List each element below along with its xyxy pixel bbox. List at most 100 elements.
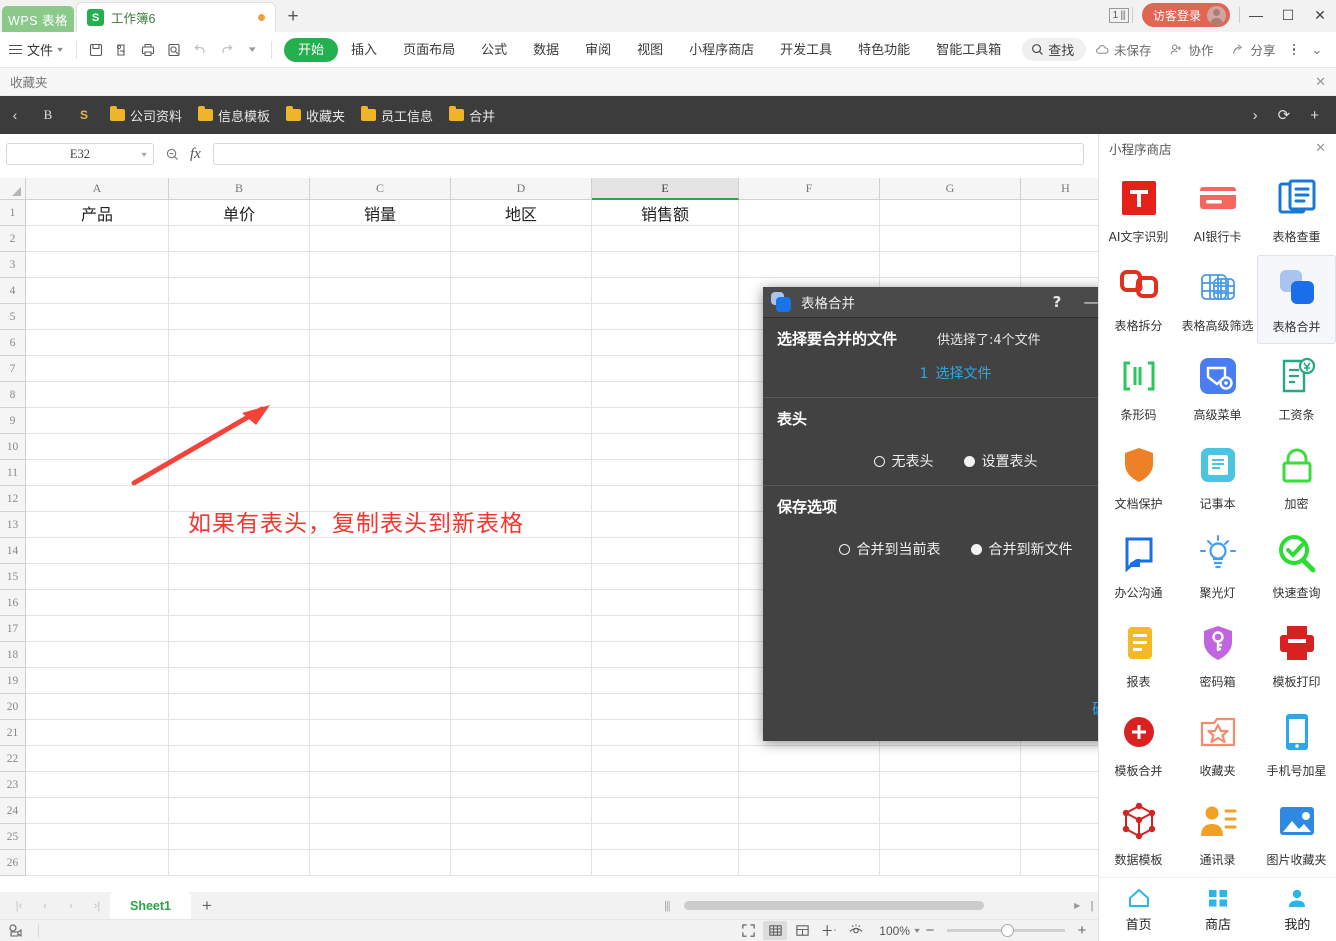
cell-C1[interactable]: 销量 [310,200,451,226]
app-data-template[interactable]: 数据模板 [1099,789,1178,878]
dialog-help-button[interactable]: ? [1040,288,1074,316]
eye-icon[interactable] [844,921,868,940]
radio-set-header[interactable]: 设置表头 [963,451,1038,471]
cell-C6[interactable] [310,330,451,356]
bookmark-folder-info-template[interactable]: 信息模板 [190,106,278,125]
tab-data[interactable]: 数据 [520,38,572,62]
row-header-8[interactable]: 8 [0,382,26,408]
cell-D10[interactable] [451,434,592,460]
cell-E2[interactable] [592,226,739,252]
cell-C8[interactable] [310,382,451,408]
cell-E6[interactable] [592,330,739,356]
scrollbar-thumb[interactable] [683,901,984,910]
row-header-1[interactable]: 1 [0,200,26,226]
chevron-down-icon[interactable]: ▾ [914,926,920,935]
cell-F26[interactable] [739,850,880,876]
zoom-slider[interactable]: − + [922,922,1090,939]
cell-H25[interactable] [1021,824,1098,850]
cell-H22[interactable] [1021,746,1098,772]
cell-D11[interactable] [451,460,592,486]
cell-D24[interactable] [451,798,592,824]
scroll-right-icon[interactable]: ▶ [1069,901,1085,910]
zoom-level-label[interactable]: 100% [871,924,912,938]
row-header-19[interactable]: 19 [0,668,26,694]
cell-A16[interactable] [26,590,169,616]
cell-E22[interactable] [592,746,739,772]
cell-B24[interactable] [169,798,310,824]
cell-C18[interactable] [310,642,451,668]
cell-D9[interactable] [451,408,592,434]
cell-C14[interactable] [310,538,451,564]
cell-C20[interactable] [310,694,451,720]
row-header-17[interactable]: 17 [0,616,26,642]
cell-A14[interactable] [26,538,169,564]
row-header-26[interactable]: 26 [0,850,26,876]
app-barcode[interactable]: 条形码 [1099,344,1178,433]
chevron-down-icon[interactable]: ▾ [141,150,147,159]
more-caret-icon[interactable]: ▾ [239,37,265,63]
cell-D4[interactable] [451,278,592,304]
cell-E13[interactable] [592,512,739,538]
tab-view[interactable]: 视图 [624,38,676,62]
undo-icon[interactable] [187,37,213,63]
app-template-print[interactable]: 模板打印 [1257,611,1336,700]
cell-F22[interactable] [739,746,880,772]
window-count-badge[interactable]: 1 ||| [1108,7,1129,23]
choose-files-link[interactable]: 1 选择文件 [763,363,1148,383]
cell-E12[interactable] [592,486,739,512]
cell-C23[interactable] [310,772,451,798]
column-header-c[interactable]: C [310,178,451,200]
row-header-16[interactable]: 16 [0,590,26,616]
cell-E14[interactable] [592,538,739,564]
tab-developer-tools[interactable]: 开发工具 [767,38,845,62]
nav-home[interactable]: 首页 [1099,878,1178,941]
bookmark-back-icon[interactable]: ‹ [0,107,30,123]
cell-F23[interactable] [739,772,880,798]
column-header-a[interactable]: A [26,178,169,200]
document-tab-workbook6[interactable]: S 工作簿6 [76,2,276,32]
cell-A25[interactable] [26,824,169,850]
share-button[interactable]: 分享 [1223,40,1283,59]
find-button[interactable]: 查找 [1022,38,1087,61]
zoom-formula-icon[interactable] [160,147,184,162]
cell-C5[interactable] [310,304,451,330]
cell-A23[interactable] [26,772,169,798]
cell-A19[interactable] [26,668,169,694]
row-header-3[interactable]: 3 [0,252,26,278]
normal-view-icon[interactable] [763,921,788,940]
row-header-15[interactable]: 15 [0,564,26,590]
tab-review[interactable]: 审阅 [572,38,624,62]
column-header-g[interactable]: G [880,178,1021,200]
tab-insert[interactable]: 插入 [338,38,390,62]
bookmark-folder-employee-info[interactable]: 员工信息 [353,106,441,125]
cell-E20[interactable] [592,694,739,720]
cell-E24[interactable] [592,798,739,824]
name-box[interactable]: E32 ▾ [6,143,154,165]
app-office-chat[interactable]: 办公沟通 [1099,522,1178,611]
cell-D26[interactable] [451,850,592,876]
cell-A18[interactable] [26,642,169,668]
tab-smart-toolbox[interactable]: 智能工具箱 [923,38,1014,62]
cell-D16[interactable] [451,590,592,616]
cell-D5[interactable] [451,304,592,330]
cell-B18[interactable] [169,642,310,668]
cell-B14[interactable] [169,538,310,564]
cell-G3[interactable] [880,252,1021,278]
refresh-icon[interactable]: ⟳ [1271,106,1298,124]
print-search-icon[interactable] [161,37,187,63]
cell-H3[interactable] [1021,252,1098,278]
row-header-9[interactable]: 9 [0,408,26,434]
row-header-14[interactable]: 14 [0,538,26,564]
radio-merge-to-current[interactable]: 合并到当前表 [838,539,941,559]
app-contacts[interactable]: 通讯录 [1178,789,1257,878]
cell-F2[interactable] [739,226,880,252]
cell-A2[interactable] [26,226,169,252]
print-icon[interactable] [135,37,161,63]
add-sheet-button[interactable]: + [191,896,223,916]
sheet-tab-sheet1[interactable]: Sheet1 [110,892,191,919]
cell-B17[interactable] [169,616,310,642]
cell-D17[interactable] [451,616,592,642]
row-header-18[interactable]: 18 [0,642,26,668]
column-header-f[interactable]: F [739,178,880,200]
print-preview-icon[interactable] [109,37,135,63]
